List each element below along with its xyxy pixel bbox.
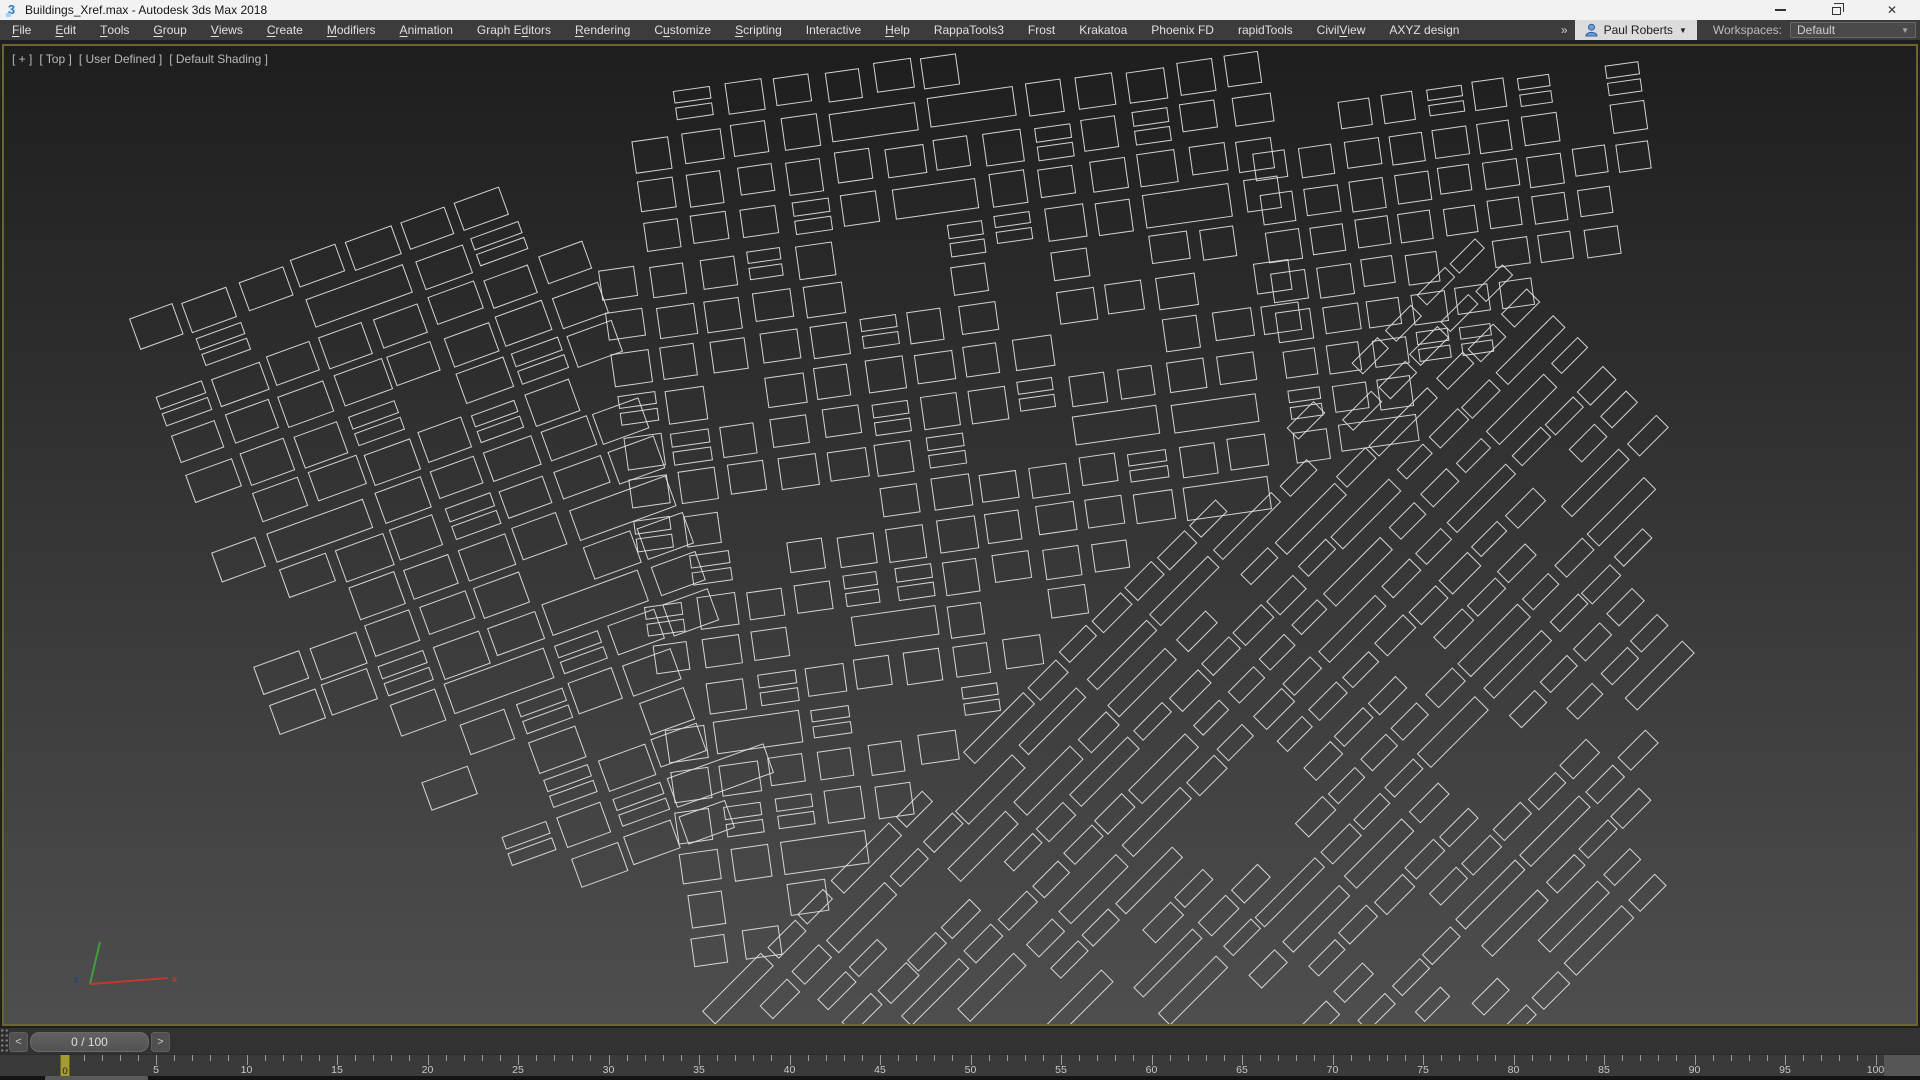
menu-rendering[interactable]: Rendering <box>563 20 642 40</box>
viewport-label: [ + ] [ Top ] [ User Defined ] [ Default Sh… <box>12 52 268 66</box>
workspaces-value: Default <box>1797 23 1835 37</box>
menu-krakatoa[interactable]: Krakatoa <box>1067 20 1139 40</box>
minimize-icon <box>1775 9 1786 11</box>
menu-create[interactable]: Create <box>255 20 315 40</box>
ruler-label: 15 <box>331 1064 343 1076</box>
svg-text:z: z <box>74 974 79 984</box>
world-axis-gizmo: x z <box>62 892 192 1002</box>
ruler-label: 30 <box>603 1064 615 1076</box>
district-soma-diagonal <box>701 235 1897 1024</box>
next-frame-button[interactable]: > <box>151 1032 170 1052</box>
menu-interactive[interactable]: Interactive <box>794 20 873 40</box>
restore-button[interactable] <box>1808 0 1864 20</box>
user-icon <box>1585 23 1598 37</box>
menu-phoenix-fd[interactable]: Phoenix FD <box>1139 20 1226 40</box>
district-downtown-grid <box>574 46 1380 967</box>
viewport-general-menu[interactable]: [ + ] <box>12 52 32 66</box>
menu-rapidtools[interactable]: rapidTools <box>1226 20 1305 40</box>
menu-edit[interactable]: Edit <box>43 20 88 40</box>
track-bar-ruler[interactable]: 5 10 15 20 25 30 35 40 45 50 55 60 65 70 75 80 85 90 95 100… <box>0 1054 1920 1076</box>
ruler-label: 70 <box>1327 1064 1339 1076</box>
menu-items: FileEditToolsGroupViewsCreateModifiersAn… <box>0 20 1471 40</box>
svg-text:x: x <box>172 974 177 984</box>
ruler-label: 5 <box>153 1064 159 1076</box>
menu-modifiers[interactable]: Modifiers <box>315 20 388 40</box>
menu-tools[interactable]: Tools <box>88 20 141 40</box>
ruler-label: 45 <box>874 1064 886 1076</box>
workspaces-dropdown[interactable]: Default ▼ <box>1790 22 1916 38</box>
menu-file[interactable]: File <box>0 20 43 40</box>
ruler-label: 55 <box>1055 1064 1067 1076</box>
ruler-label: 25 <box>512 1064 524 1076</box>
bottom-edge-strip <box>0 1076 1920 1080</box>
menu-animation[interactable]: Animation <box>388 20 465 40</box>
menu-customize[interactable]: Customize <box>642 20 723 40</box>
ruler-label: 85 <box>1598 1064 1610 1076</box>
user-name: Paul Roberts <box>1604 23 1673 37</box>
ruler-label: 40 <box>784 1064 796 1076</box>
ruler-label: 80 <box>1508 1064 1520 1076</box>
menu-scripting[interactable]: Scripting <box>723 20 794 40</box>
menu-rappatools3[interactable]: RappaTools3 <box>922 20 1016 40</box>
menu-graph-editors[interactable]: Graph Editors <box>465 20 563 40</box>
timeline-area: < 0 / 100 > 5 10 15 20 25 30 35 40 45 50 55 60 65 70 7… <box>0 1028 1920 1080</box>
ruler-label: 65 <box>1236 1064 1248 1076</box>
minimize-button[interactable] <box>1752 0 1808 20</box>
viewport-view-label[interactable]: [ Top ] <box>39 52 71 66</box>
menu-views[interactable]: Views <box>199 20 255 40</box>
ruler-label: 60 <box>1146 1064 1158 1076</box>
menu-help[interactable]: Help <box>873 20 922 40</box>
current-frame-marker[interactable]: 0 <box>60 1055 70 1077</box>
3ds-max-logo-icon: 3 <box>5 3 18 17</box>
time-slider-handle[interactable]: 0 / 100 <box>30 1032 149 1052</box>
menu-bar: FileEditToolsGroupViewsCreateModifiersAn… <box>0 20 1920 40</box>
ruler-label: 10 <box>241 1064 253 1076</box>
menu-civil-view[interactable]: Civil View <box>1305 20 1378 40</box>
previous-frame-button[interactable]: < <box>9 1032 28 1052</box>
wireframe-city-map[interactable] <box>4 46 1916 1024</box>
viewport-pov-label[interactable]: [ User Defined ] <box>79 52 162 66</box>
user-dropdown-arrow-icon: ▼ <box>1679 26 1687 35</box>
after-range-zone <box>1884 1055 1920 1077</box>
menu-group[interactable]: Group <box>141 20 198 40</box>
close-icon: ✕ <box>1887 3 1897 17</box>
menu-axyz-design[interactable]: AXYZ design <box>1377 20 1471 40</box>
ruler-label: 50 <box>965 1064 977 1076</box>
ruler-label: 100 <box>1867 1064 1885 1076</box>
menu-frost[interactable]: Frost <box>1016 20 1067 40</box>
restore-icon <box>1832 7 1841 15</box>
workspaces-dropdown-arrow-icon: ▼ <box>1901 26 1909 35</box>
ruler-label: 35 <box>693 1064 705 1076</box>
viewport-shading-label[interactable]: [ Default Shading ] <box>169 52 268 66</box>
window-title: Buildings_Xref.max - Autodesk 3ds Max 20… <box>25 3 267 17</box>
ruler-label: 90 <box>1689 1064 1701 1076</box>
workspaces-label: Workspaces: <box>1713 23 1782 37</box>
user-account-button[interactable]: Paul Roberts ▼ <box>1575 20 1697 40</box>
viewport-top[interactable]: [ + ] [ Top ] [ User Defined ] [ Default Sh… <box>2 44 1918 1026</box>
bottom-edge-segment <box>45 1076 148 1080</box>
close-button[interactable]: ✕ <box>1864 0 1920 20</box>
ruler-label: 75 <box>1417 1064 1429 1076</box>
ruler-label: 20 <box>422 1064 434 1076</box>
toolbar-overflow-chevron-icon[interactable]: » <box>1561 23 1567 37</box>
ruler-label: 95 <box>1779 1064 1791 1076</box>
title-bar: 3 Buildings_Xref.max - Autodesk 3ds Max … <box>0 0 1920 20</box>
